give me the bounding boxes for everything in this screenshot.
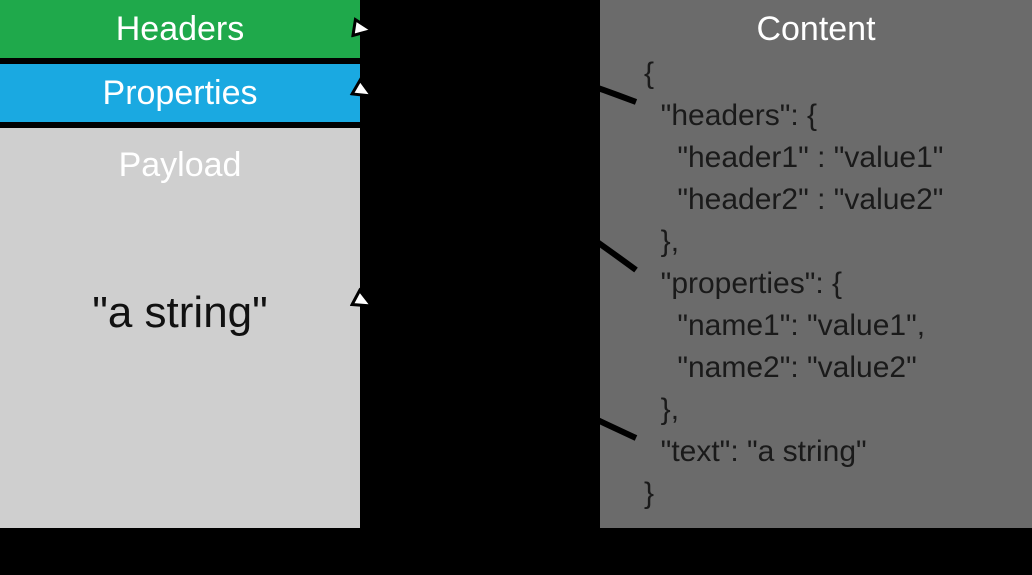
payload-value: "a string" bbox=[0, 288, 360, 338]
properties-block: Properties bbox=[0, 64, 360, 122]
properties-label: Properties bbox=[103, 74, 258, 112]
arrow-text bbox=[370, 305, 636, 438]
message-structure-column: Headers Properties Payload "a string" bbox=[0, 0, 360, 528]
content-panel: Content { "headers": { "header1" : "valu… bbox=[600, 0, 1032, 528]
arrow-headers bbox=[370, 30, 636, 102]
json-body: { "headers": { "header1" : "value1" "hea… bbox=[600, 53, 1032, 515]
payload-block: Payload "a string" bbox=[0, 128, 360, 528]
headers-block: Headers bbox=[0, 0, 360, 58]
payload-label: Payload bbox=[0, 128, 360, 185]
headers-label: Headers bbox=[116, 10, 245, 48]
content-title: Content bbox=[600, 0, 1032, 53]
arrow-properties bbox=[370, 95, 636, 270]
